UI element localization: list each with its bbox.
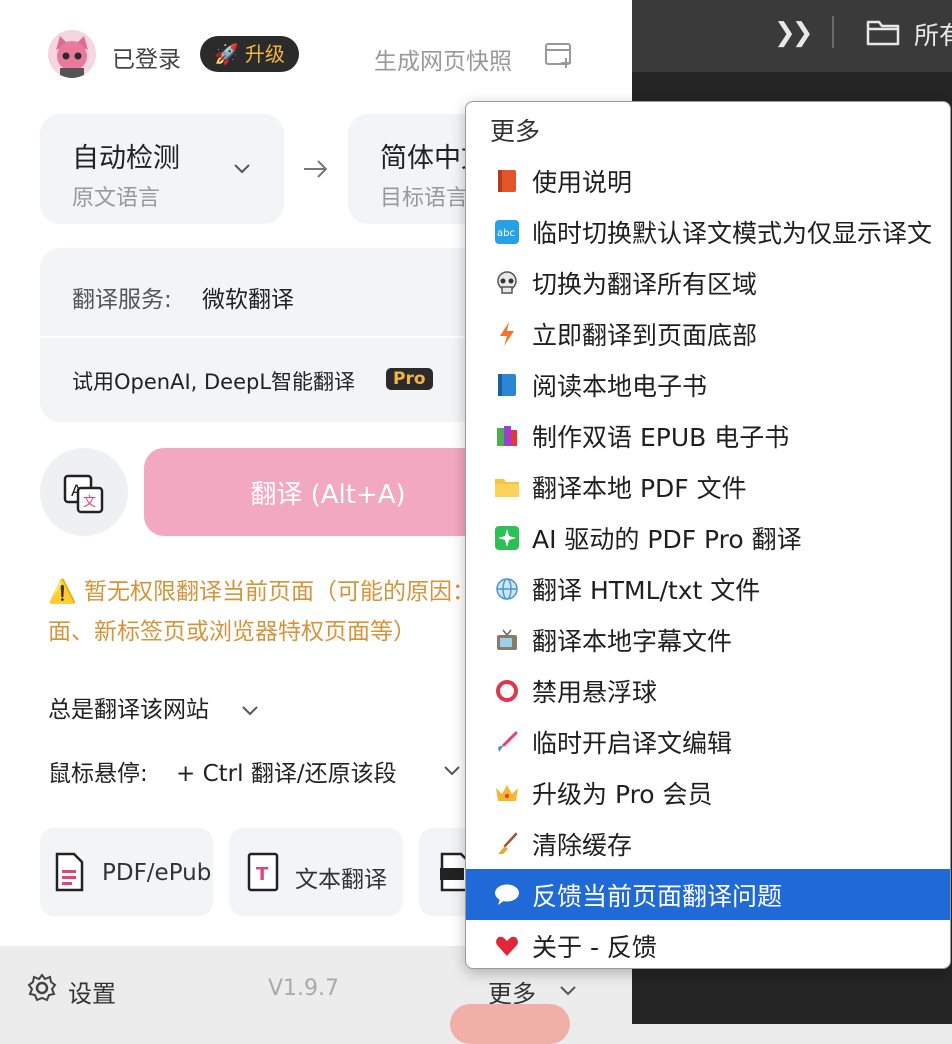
skull-icon [494, 270, 520, 296]
snapshot-link[interactable]: 生成网页快照 [374, 42, 512, 76]
document-icon [55, 852, 84, 892]
menu-item-label: 关于 - 反馈 [532, 932, 657, 962]
lightning-icon [494, 321, 520, 347]
menu-item-label: 临时切换默认译文模式为仅显示译文 [532, 218, 933, 248]
menu-item-disable-float-ball[interactable]: 禁用悬浮球 [466, 665, 950, 716]
menu-item-label: AI 驱动的 PDF Pro 翻译 [532, 524, 802, 554]
abc-icon: abc [494, 219, 520, 245]
upgrade-button[interactable]: 🚀 升级 [200, 36, 299, 72]
menu-item-label: 使用说明 [532, 167, 633, 197]
menu-item-bilingual-epub[interactable]: 制作双语 EPUB 电子书 [466, 410, 950, 461]
menu-item-label: 阅读本地电子书 [532, 371, 708, 401]
broom-icon [494, 831, 520, 857]
chevron-down-icon [234, 164, 250, 174]
menu-item-label: 制作双语 EPUB 电子书 [532, 422, 790, 452]
red-book-icon [494, 168, 520, 194]
menu-item-translate-local-pdf[interactable]: 翻译本地 PDF 文件 [466, 461, 950, 512]
menu-item-label: 反馈当前页面翻译问题 [532, 881, 783, 911]
menu-item-label: 翻译本地 PDF 文件 [532, 473, 747, 503]
svg-text:文: 文 [83, 495, 96, 510]
menu-header: 更多 [490, 117, 541, 146]
source-language-selector[interactable]: 自动检测 原文语言 [40, 114, 284, 224]
blue-book-icon [494, 372, 520, 398]
snapshot-icon[interactable] [544, 40, 574, 70]
menu-item-label: 清除缓存 [532, 830, 633, 860]
folder-icon [494, 474, 520, 500]
circle-icon [494, 678, 520, 704]
chevron-down-icon[interactable] [558, 980, 578, 1000]
text-translate-label: 文本翻译 [295, 867, 387, 893]
books-icon [494, 423, 520, 449]
heart-icon [494, 933, 520, 959]
menu-item-translate-html-txt[interactable]: 翻译 HTML/txt 文件 [466, 563, 950, 614]
sparkle-icon [494, 525, 520, 551]
menu-item-report-translation-issue[interactable]: 反馈当前页面翻译问题 [466, 869, 950, 920]
login-status: 已登录 [112, 47, 181, 73]
source-language-caption: 原文语言 [72, 186, 161, 211]
mouse-hover-label: 鼠标悬停: [48, 761, 148, 787]
avatar[interactable] [48, 30, 96, 78]
translate-icon: A 文 [63, 474, 104, 514]
upgrade-label: 升级 [244, 42, 285, 66]
avatar-cat-icon [48, 30, 96, 78]
menu-item-ai-pdf-pro[interactable]: AI 驱动的 PDF Pro 翻译 [466, 512, 950, 563]
try-ai-link[interactable]: 试用OpenAI, DeepL智能翻译 [72, 366, 355, 396]
pro-badge: Pro [386, 368, 433, 390]
target-language-caption: 目标语言 [380, 186, 469, 211]
menu-item-label: 立即翻译到页面底部 [532, 320, 758, 350]
svg-text:abc: abc [497, 228, 515, 239]
brush-icon [494, 729, 520, 755]
arrow-right-icon [304, 160, 328, 178]
menu-item-read-local-ebook[interactable]: 阅读本地电子书 [466, 359, 950, 410]
rocket-icon: 🚀 [214, 42, 239, 66]
chevron-down-icon[interactable] [442, 760, 462, 780]
menu-item-label: 禁用悬浮球 [532, 677, 658, 707]
text-translate-tool[interactable]: T 文本翻译 [229, 828, 403, 916]
floating-ball[interactable] [450, 1004, 570, 1044]
menu-item-translate-to-bottom[interactable]: 立即翻译到页面底部 [466, 308, 950, 359]
chevron-down-icon[interactable] [240, 700, 260, 720]
bookmarks-folder-label[interactable]: 所有 [914, 16, 952, 52]
menu-item-label: 翻译本地字幕文件 [532, 626, 733, 656]
more-menu: 更多 使用说明 abc 临时切换默认译文模式为仅显示译文 切换为翻译所有区域 立… [465, 101, 951, 969]
pdf-epub-label: PDF/ePub [102, 860, 212, 886]
menu-item-translation-only-mode[interactable]: abc 临时切换默认译文模式为仅显示译文 [466, 206, 950, 257]
speech-bubble-icon [494, 882, 520, 908]
text-document-icon: T [247, 852, 279, 892]
folder-outline-icon[interactable] [866, 18, 900, 46]
menu-item-enable-translation-edit[interactable]: 临时开启译文编辑 [466, 716, 950, 767]
settings-button[interactable]: 设置 [68, 974, 116, 1009]
menu-item-translate-all-areas[interactable]: 切换为翻译所有区域 [466, 257, 950, 308]
menu-item-user-guide[interactable]: 使用说明 [466, 155, 950, 206]
svg-text:T: T [256, 864, 269, 885]
menu-item-label: 临时开启译文编辑 [532, 728, 733, 758]
double-chevron-icon[interactable]: ❯❯ [774, 18, 814, 48]
gear-icon[interactable] [26, 972, 58, 1004]
always-translate-site-option[interactable]: 总是翻译该网站 [48, 690, 209, 724]
menu-item-upgrade-pro[interactable]: 升级为 Pro 会员 [466, 767, 950, 818]
menu-item-label: 翻译 HTML/txt 文件 [532, 575, 761, 605]
menu-item-translate-subtitles[interactable]: 翻译本地字幕文件 [466, 614, 950, 665]
menu-item-about-feedback[interactable]: 关于 - 反馈 [466, 920, 950, 968]
crown-icon [494, 780, 520, 806]
globe-icon [494, 576, 520, 602]
service-label: 翻译服务: [72, 287, 172, 313]
mouse-hover-selector[interactable]: + Ctrl 翻译/还原该段 [176, 754, 397, 788]
version-label: V1.9.7 [268, 976, 340, 1001]
source-language-value: 自动检测 [72, 143, 180, 174]
toolbar-divider [832, 16, 834, 48]
menu-item-label: 升级为 Pro 会员 [532, 779, 713, 809]
tv-icon [494, 627, 520, 653]
menu-item-label: 切换为翻译所有区域 [532, 269, 758, 299]
menu-item-clear-cache[interactable]: 清除缓存 [466, 818, 950, 869]
pdf-epub-tool[interactable]: PDF/ePub [40, 828, 213, 916]
translate-mode-button[interactable]: A 文 [40, 448, 128, 536]
service-selector[interactable]: 微软翻译 [202, 280, 294, 314]
